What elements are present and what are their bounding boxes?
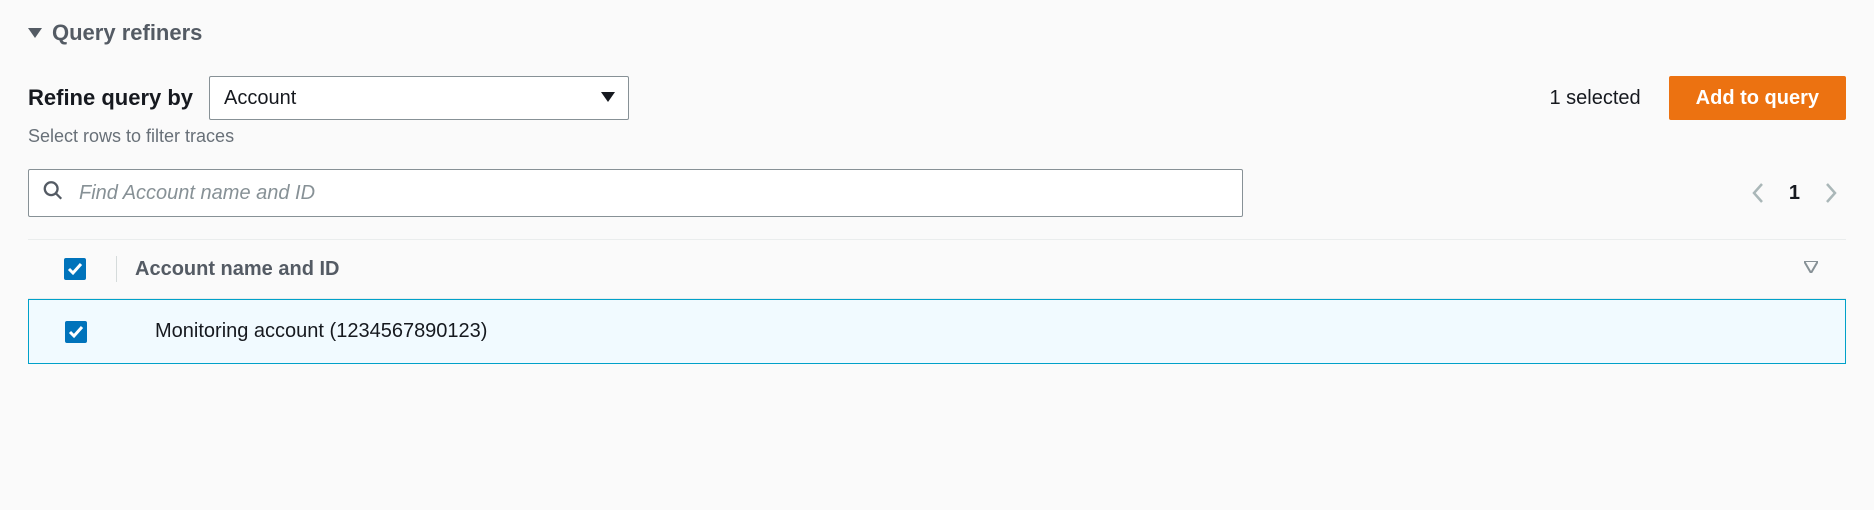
row-label: Monitoring account (1234567890123) [107, 320, 487, 343]
selection-count: 1 selected [1549, 87, 1640, 110]
prev-page-button[interactable] [1751, 182, 1765, 204]
table-row[interactable]: Monitoring account (1234567890123) [28, 299, 1846, 364]
controls-row: Refine query by Account 1 selected Add t… [28, 76, 1846, 120]
table-header: Account name and ID [28, 240, 1846, 299]
search-wrap [28, 169, 1243, 217]
pagination: 1 [1751, 182, 1846, 205]
refine-select[interactable]: Account [209, 76, 629, 120]
search-input[interactable] [28, 169, 1243, 217]
filter-row: 1 [28, 169, 1846, 217]
refine-hint: Select rows to filter traces [28, 126, 1846, 147]
select-all-checkbox[interactable] [64, 258, 86, 280]
page-number: 1 [1789, 182, 1800, 205]
header-divider [116, 256, 117, 282]
add-to-query-button[interactable]: Add to query [1669, 76, 1846, 120]
sort-icon[interactable] [1804, 260, 1828, 278]
row-checkbox[interactable] [65, 321, 87, 343]
row-checkbox-cell [47, 321, 107, 343]
accounts-table: Account name and ID Monitoring account (… [28, 239, 1846, 364]
column-header[interactable]: Account name and ID [135, 258, 1804, 281]
section-title: Query refiners [52, 20, 202, 46]
caret-down-icon [28, 25, 42, 41]
search-icon [42, 180, 64, 207]
refine-select-wrap: Account [209, 76, 629, 120]
select-all-cell [46, 258, 106, 280]
next-page-button[interactable] [1824, 182, 1838, 204]
refine-label: Refine query by [28, 85, 193, 111]
section-toggle[interactable]: Query refiners [28, 20, 1846, 46]
